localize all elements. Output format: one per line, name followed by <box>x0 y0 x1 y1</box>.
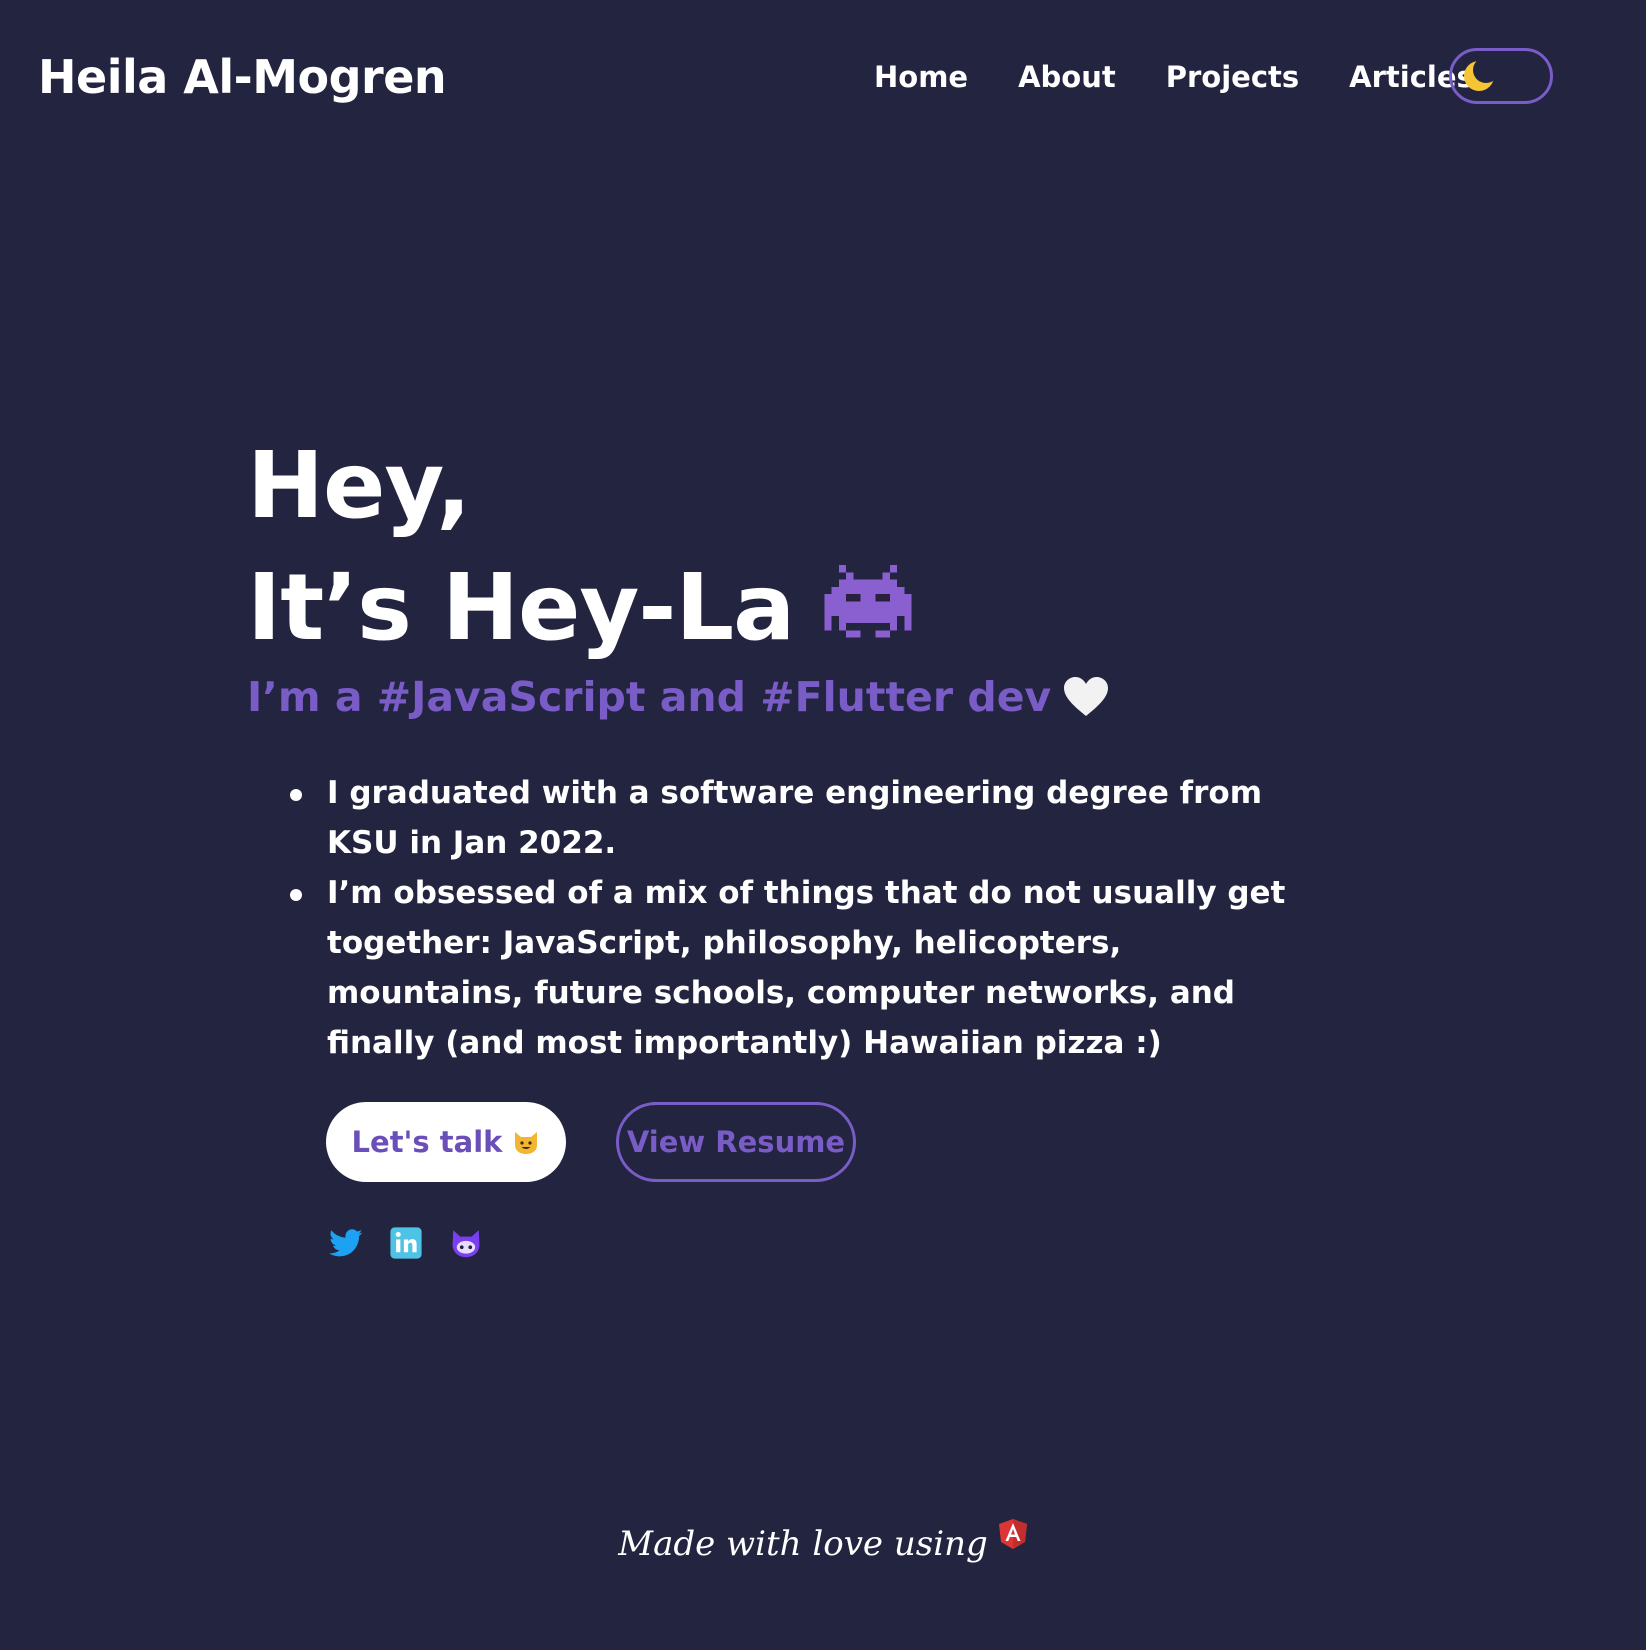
moon-icon <box>1464 61 1494 91</box>
greeting-name: It’s Hey-La <box>247 554 795 661</box>
tagline: I’m a #JavaScript and #Flutter dev <box>247 673 1109 721</box>
lets-talk-label: Let's talk <box>351 1125 503 1159</box>
lets-talk-button[interactable]: Let's talk <box>326 1102 566 1182</box>
nav-home[interactable]: Home <box>874 60 968 94</box>
site-name[interactable]: Heila Al-Mogren <box>38 50 447 104</box>
tagline-text: I’m a #JavaScript and #Flutter dev <box>247 673 1052 721</box>
main-nav: Home About Projects Articles <box>874 60 1524 94</box>
twitter-icon[interactable] <box>328 1226 364 1260</box>
white-heart-icon <box>1064 677 1109 716</box>
view-resume-button[interactable]: View Resume <box>616 1102 856 1182</box>
github-icon[interactable] <box>448 1226 484 1260</box>
greeting-line-1: Hey, <box>247 432 471 539</box>
nav-about[interactable]: About <box>1018 60 1116 94</box>
list-item: I’m obsessed of a mix of things that do … <box>270 868 1310 1068</box>
about-list: I graduated with a software engineering … <box>270 768 1310 1068</box>
alien-monster-icon <box>824 564 912 638</box>
smiling-cat-icon <box>515 1132 538 1154</box>
angular-icon <box>998 1519 1027 1549</box>
greeting-line-2: It’s Hey-La <box>247 547 1347 669</box>
site-footer: Made with love using <box>0 1519 1646 1564</box>
theme-toggle[interactable] <box>1449 48 1553 104</box>
nav-projects[interactable]: Projects <box>1166 60 1299 94</box>
linkedin-icon[interactable] <box>388 1226 424 1260</box>
footer-text: Made with love using <box>618 1524 988 1564</box>
hero-heading: Hey, It’s Hey-La <box>247 425 1347 669</box>
list-item: I graduated with a software engineering … <box>270 768 1310 868</box>
